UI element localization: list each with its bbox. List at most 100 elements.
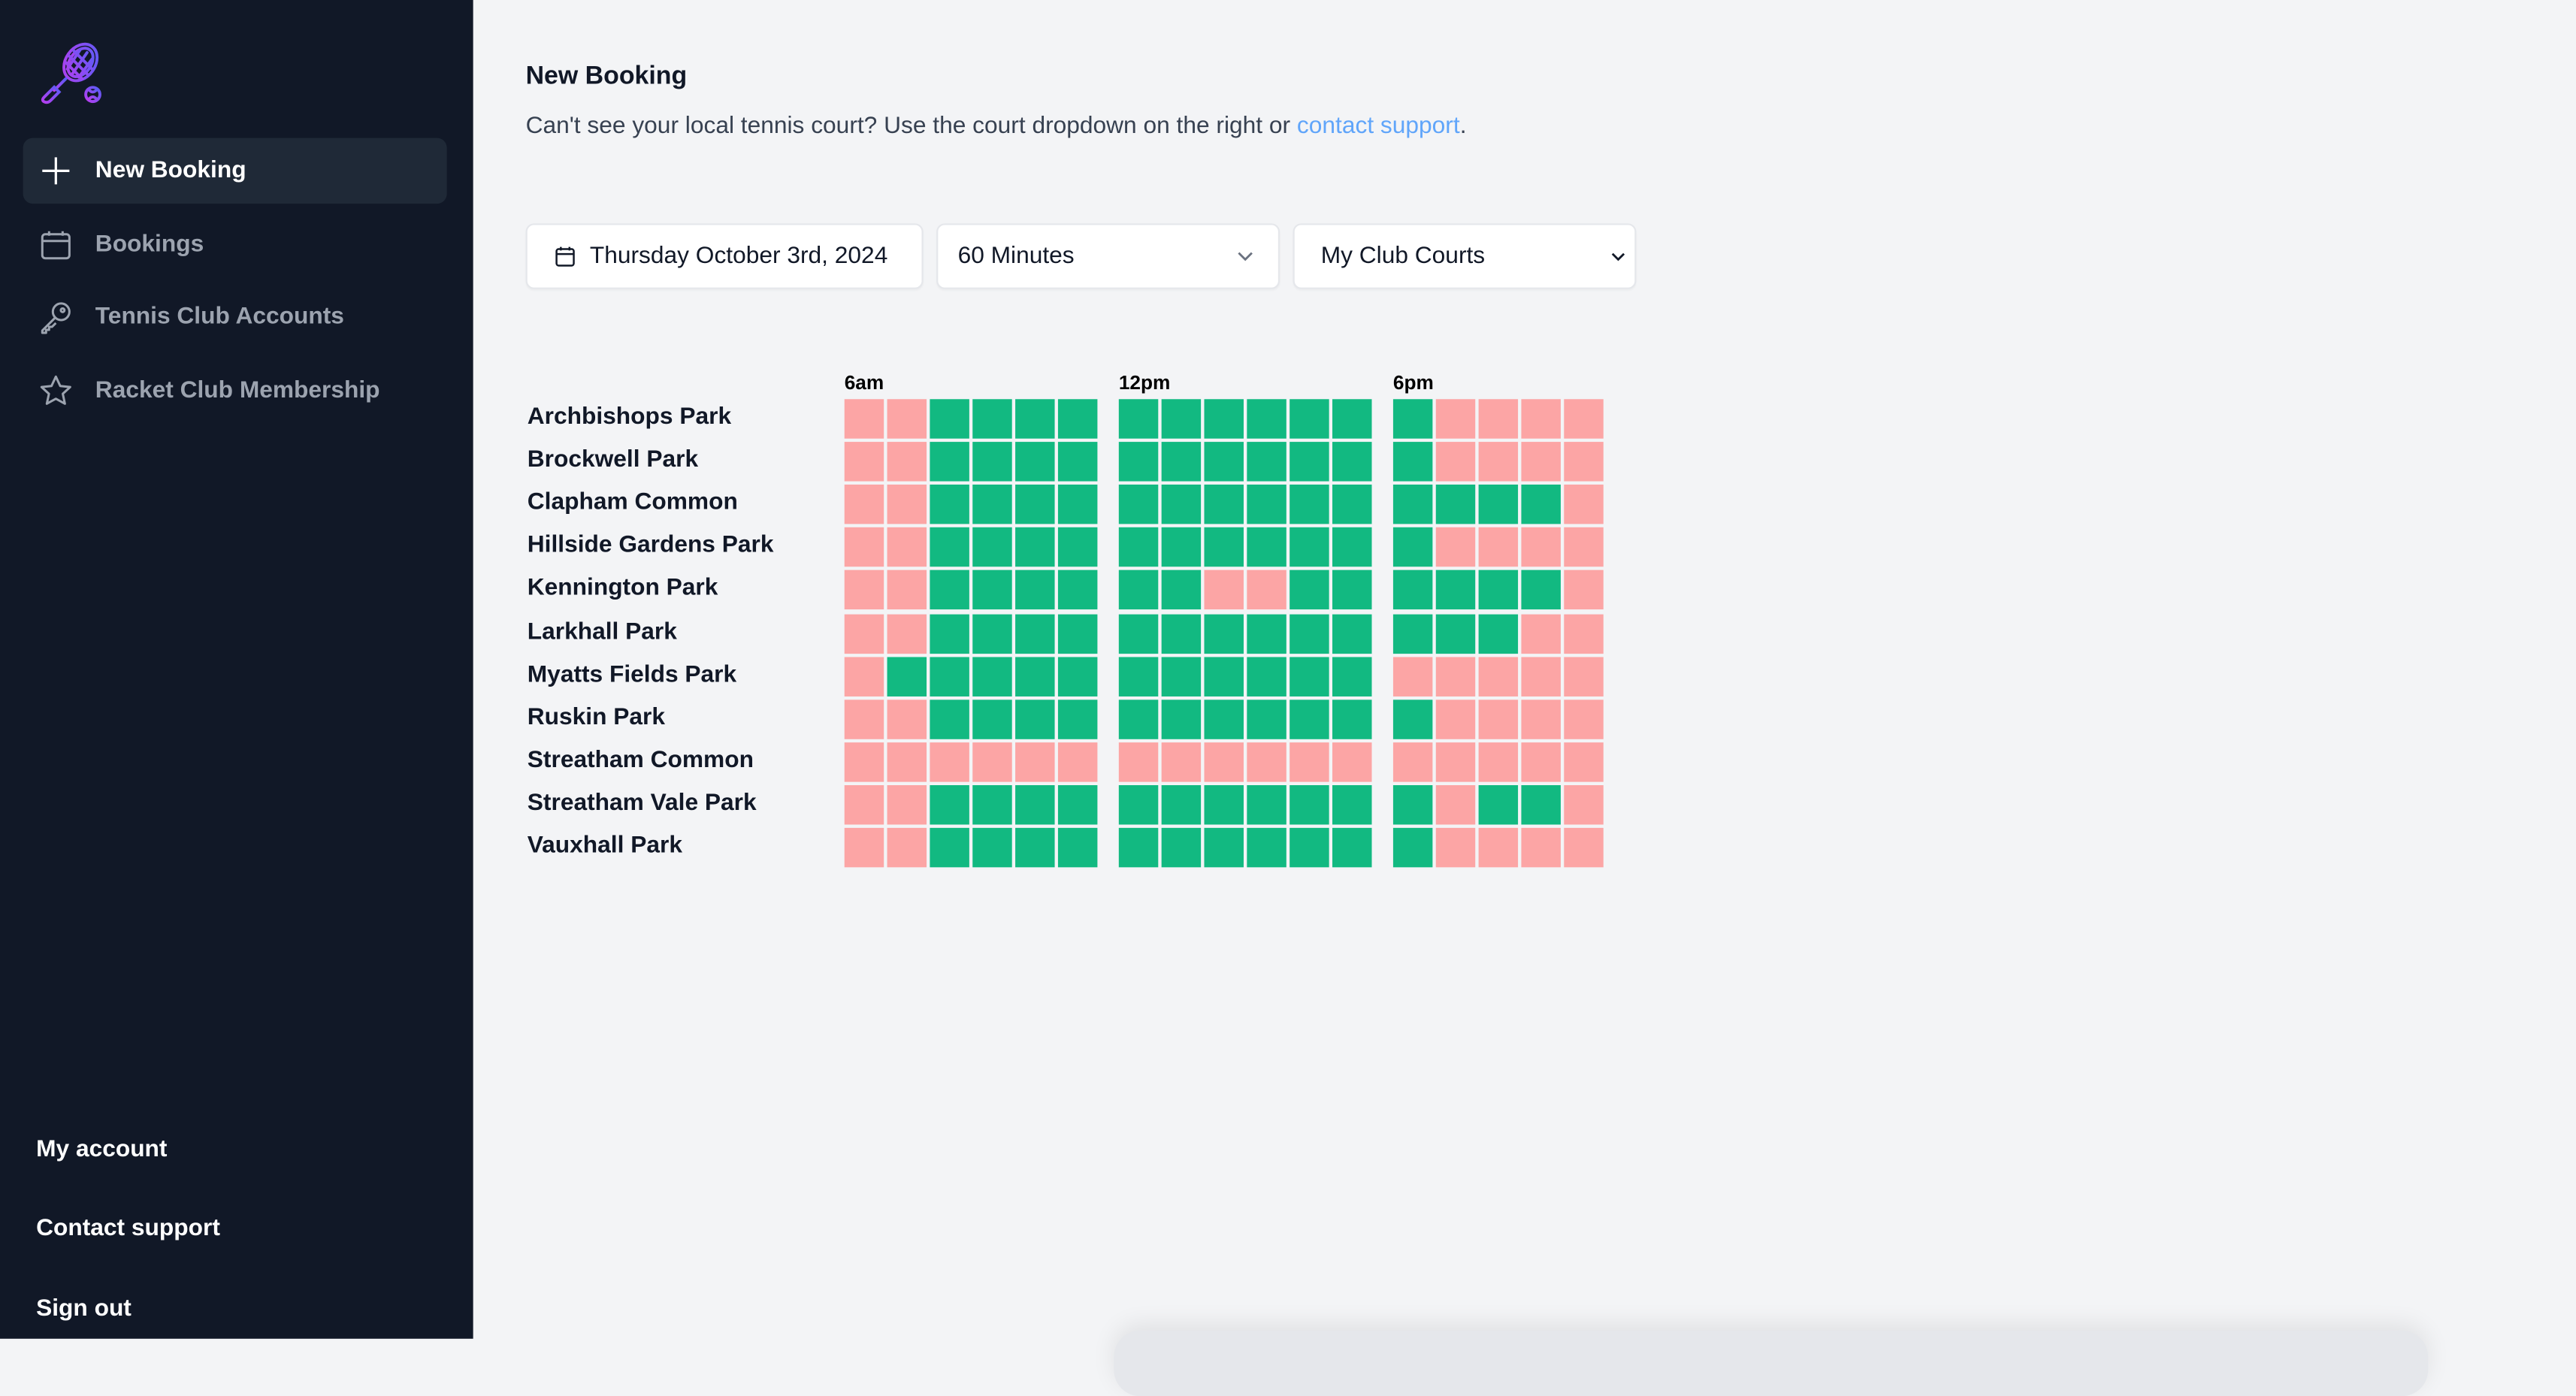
slot-available[interactable] <box>1118 527 1159 567</box>
slot-available[interactable] <box>972 656 1012 696</box>
slot-available[interactable] <box>1290 784 1329 825</box>
slot-available[interactable] <box>930 699 969 739</box>
slot-available[interactable] <box>1118 442 1159 482</box>
slot-available[interactable] <box>1290 442 1329 482</box>
slot-available[interactable] <box>1057 442 1098 482</box>
slot-available[interactable] <box>1332 485 1372 524</box>
slot-available[interactable] <box>1118 485 1159 524</box>
slot-available[interactable] <box>930 827 969 868</box>
slot-available[interactable] <box>972 570 1012 610</box>
slot-available[interactable] <box>1015 699 1055 739</box>
slot-available[interactable] <box>1247 784 1286 825</box>
slot-available[interactable] <box>1161 613 1202 654</box>
slot-available[interactable] <box>1118 784 1159 825</box>
sidebar-item-tennis-club-accounts[interactable]: Tennis Club Accounts <box>23 284 447 349</box>
sidebar-item-racket-club-membership[interactable]: Racket Club Membership <box>23 358 447 423</box>
slot-available[interactable] <box>1247 527 1286 567</box>
slot-available[interactable] <box>1057 527 1098 567</box>
slot-available[interactable] <box>1161 399 1202 439</box>
slot-available[interactable] <box>1332 399 1372 439</box>
contact-support-inline-link[interactable]: contact support <box>1297 113 1460 140</box>
slot-available[interactable] <box>1290 485 1329 524</box>
slot-available[interactable] <box>1015 784 1055 825</box>
slot-available[interactable] <box>930 784 969 825</box>
slot-available[interactable] <box>1057 656 1098 696</box>
slot-available[interactable] <box>1247 699 1286 739</box>
slot-available[interactable] <box>1057 399 1098 439</box>
slot-available[interactable] <box>930 656 969 696</box>
slot-available[interactable] <box>1015 827 1055 868</box>
slot-available[interactable] <box>1392 442 1433 482</box>
slot-available[interactable] <box>1057 613 1098 654</box>
slot-available[interactable] <box>1247 656 1286 696</box>
slot-available[interactable] <box>1118 570 1159 610</box>
slot-available[interactable] <box>1392 784 1433 825</box>
slot-available[interactable] <box>1290 570 1329 610</box>
slot-available[interactable] <box>972 399 1012 439</box>
slot-available[interactable] <box>1161 784 1202 825</box>
slot-available[interactable] <box>972 442 1012 482</box>
slot-available[interactable] <box>1478 784 1519 825</box>
slot-available[interactable] <box>1204 613 1244 654</box>
slot-available[interactable] <box>972 827 1012 868</box>
slot-available[interactable] <box>930 442 969 482</box>
slot-available[interactable] <box>1015 656 1055 696</box>
slot-available[interactable] <box>1118 613 1159 654</box>
slot-available[interactable] <box>1204 827 1244 868</box>
slot-available[interactable] <box>1247 399 1286 439</box>
slot-available[interactable] <box>972 613 1012 654</box>
slot-available[interactable] <box>1161 485 1202 524</box>
slot-available[interactable] <box>1015 399 1055 439</box>
slot-available[interactable] <box>1204 784 1244 825</box>
slot-available[interactable] <box>1392 699 1433 739</box>
slot-available[interactable] <box>1332 570 1372 610</box>
slot-available[interactable] <box>972 485 1012 524</box>
slot-available[interactable] <box>887 656 927 696</box>
sign-out-link[interactable]: Sign out <box>36 1276 220 1355</box>
slot-available[interactable] <box>1015 442 1055 482</box>
slot-available[interactable] <box>972 527 1012 567</box>
my-account-link[interactable]: My account <box>36 1117 220 1197</box>
slot-available[interactable] <box>972 699 1012 739</box>
slot-available[interactable] <box>1118 827 1159 868</box>
slot-available[interactable] <box>1435 570 1476 610</box>
slot-available[interactable] <box>1057 485 1098 524</box>
slot-available[interactable] <box>1118 699 1159 739</box>
slot-available[interactable] <box>1204 442 1244 482</box>
slot-available[interactable] <box>1478 570 1519 610</box>
slot-available[interactable] <box>1521 485 1561 524</box>
slot-available[interactable] <box>1290 613 1329 654</box>
contact-support-link[interactable]: Contact support <box>36 1196 220 1276</box>
slot-available[interactable] <box>1332 699 1372 739</box>
slot-available[interactable] <box>1204 485 1244 524</box>
slot-available[interactable] <box>1161 442 1202 482</box>
slot-available[interactable] <box>930 613 969 654</box>
slot-available[interactable] <box>1161 827 1202 868</box>
slot-available[interactable] <box>1204 699 1244 739</box>
date-picker-button[interactable]: Thursday October 3rd, 2024 <box>525 223 924 289</box>
slot-available[interactable] <box>1521 570 1561 610</box>
slot-available[interactable] <box>1392 570 1433 610</box>
slot-available[interactable] <box>1392 399 1433 439</box>
slot-available[interactable] <box>1015 485 1055 524</box>
slot-available[interactable] <box>1247 442 1286 482</box>
slot-available[interactable] <box>1392 527 1433 567</box>
slot-available[interactable] <box>1290 827 1329 868</box>
slot-available[interactable] <box>1392 485 1433 524</box>
slot-available[interactable] <box>1161 570 1202 610</box>
slot-available[interactable] <box>972 784 1012 825</box>
slot-available[interactable] <box>1521 784 1561 825</box>
slot-available[interactable] <box>1478 485 1519 524</box>
slot-available[interactable] <box>1247 827 1286 868</box>
slot-available[interactable] <box>1161 699 1202 739</box>
slot-available[interactable] <box>1118 656 1159 696</box>
slot-available[interactable] <box>1290 527 1329 567</box>
sidebar-item-new-booking[interactable]: New Booking <box>23 137 447 204</box>
slot-available[interactable] <box>1435 613 1476 654</box>
slot-available[interactable] <box>1290 399 1329 439</box>
slot-available[interactable] <box>1015 570 1055 610</box>
slot-available[interactable] <box>1057 784 1098 825</box>
slot-available[interactable] <box>1247 613 1286 654</box>
slot-available[interactable] <box>1204 527 1244 567</box>
slot-available[interactable] <box>1204 656 1244 696</box>
